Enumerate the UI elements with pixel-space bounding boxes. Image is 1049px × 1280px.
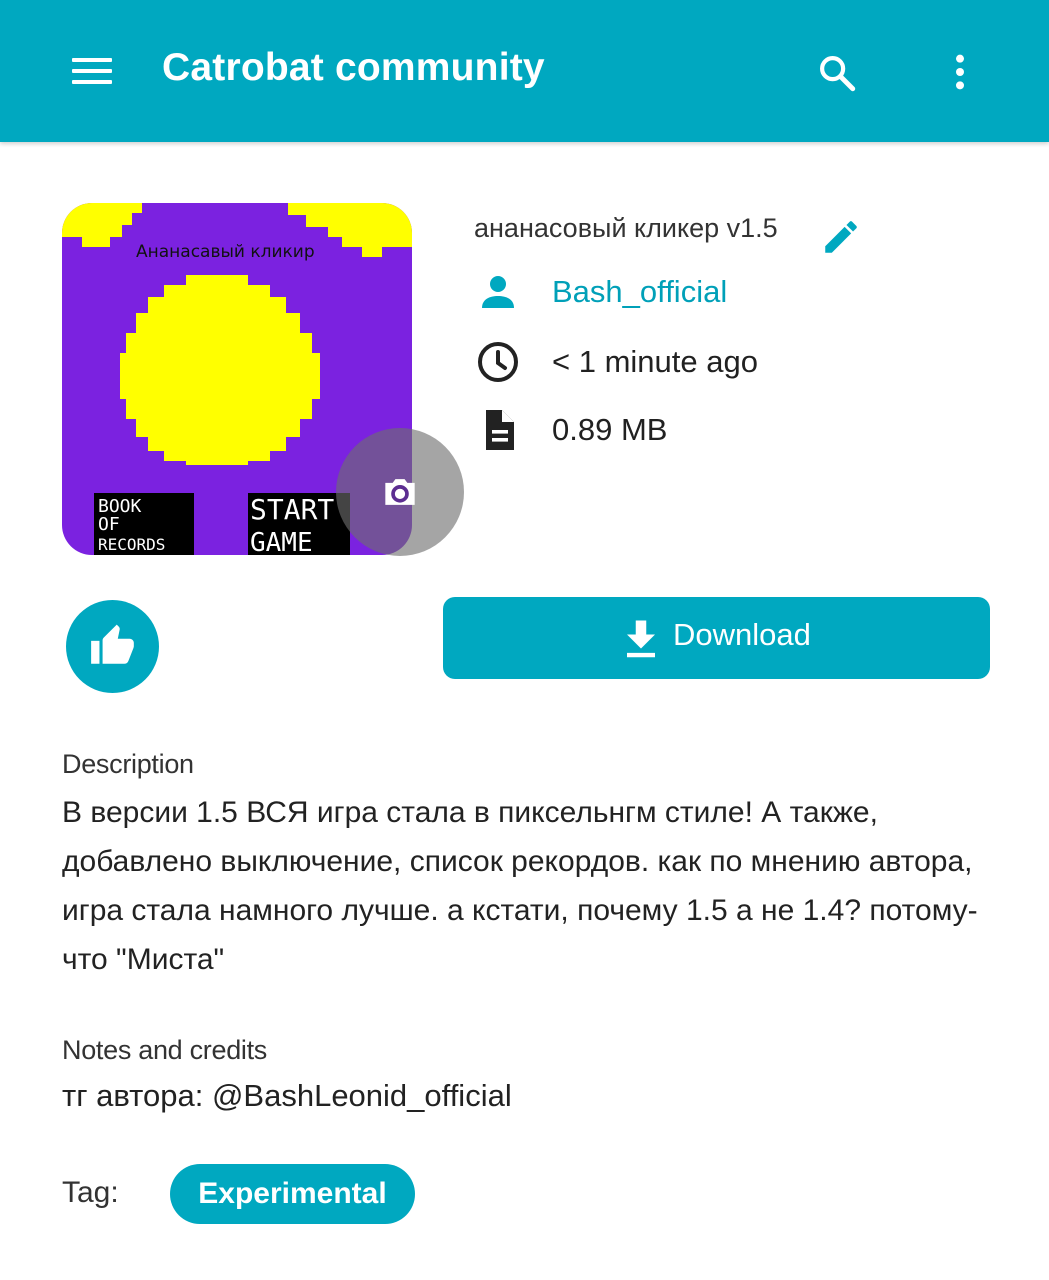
file-icon — [486, 410, 514, 450]
thumbnail-start-line-1: START — [250, 493, 334, 526]
description-text: В версии 1.5 ВСЯ игра стала в пиксельнгм… — [62, 796, 978, 976]
author-link[interactable]: Bash_official — [552, 274, 727, 310]
thumbnail-start-line-2: GAME — [250, 528, 313, 555]
thumbnail-book-line-2: OF — [98, 514, 120, 535]
like-button[interactable] — [66, 600, 159, 693]
pencil-icon[interactable] — [820, 216, 862, 258]
description-label: Description — [62, 749, 194, 779]
thumbnail-book-line-3: RECORDS — [98, 535, 165, 554]
notes-text: тг автора: @BashLeonid_official — [62, 1078, 512, 1113]
tag-chip-experimental[interactable]: Experimental — [170, 1164, 415, 1224]
thumb-up-icon — [91, 624, 134, 664]
file-size: 0.89 MB — [552, 412, 668, 447]
app-title: Catrobat community — [162, 46, 545, 89]
clock-icon — [478, 342, 518, 382]
download-label: Download — [673, 617, 811, 652]
more-vert-icon[interactable] — [940, 50, 980, 94]
thumbnail-header-text: Ананасавый кликир — [136, 242, 315, 262]
tag-label: Tag: — [62, 1176, 119, 1209]
camera-icon — [385, 479, 415, 505]
app-bar: Catrobat community — [0, 0, 1049, 142]
upload-time: < 1 minute ago — [552, 344, 758, 379]
menu-icon[interactable] — [72, 54, 112, 88]
notes-label: Notes and credits — [62, 1035, 268, 1065]
download-icon — [627, 620, 655, 658]
search-icon[interactable] — [816, 52, 858, 94]
project-title: ананасовый кликер v1.5 — [474, 213, 778, 243]
change-thumbnail-button[interactable] — [336, 428, 464, 556]
person-icon — [482, 276, 514, 308]
download-button[interactable]: Download — [443, 597, 990, 679]
